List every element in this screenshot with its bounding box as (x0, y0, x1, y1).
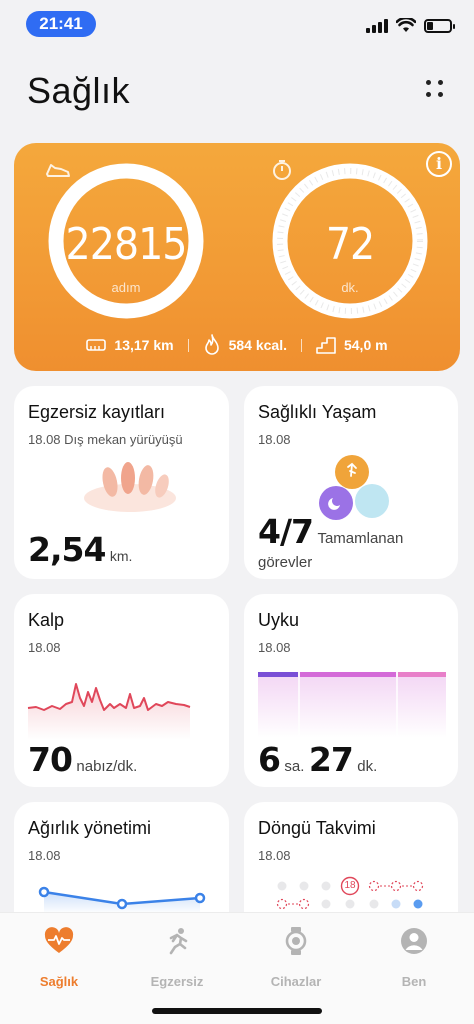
sleep-minutes: 27 (308, 740, 354, 779)
card-title: Ağırlık yönetimi (28, 818, 152, 838)
wifi-icon (396, 18, 416, 32)
sleep-card[interactable]: Uyku 18.08 6 sa. 27 dk. (244, 594, 458, 787)
footprints-icon (84, 462, 176, 512)
sleep-duration: 6 sa. 27 dk. (258, 740, 377, 779)
ruler-icon (86, 339, 107, 351)
exercise-distance: 2,54 km. (28, 530, 132, 569)
card-title: Sağlıklı Yaşam (258, 402, 377, 422)
cellular-signal-icon (366, 18, 388, 33)
watch-icon (285, 927, 307, 955)
card-subtitle: 18.08 (28, 848, 61, 863)
healthy-living-caption: Tamamlanan (317, 530, 404, 547)
status-time: 21:41 (26, 11, 96, 37)
card-subtitle: 18.08 Dış mekan yürüyüşü (28, 432, 183, 447)
tab-ben[interactable]: Ben (364, 927, 464, 989)
battery-icon (424, 18, 455, 33)
floors-value: 54,0 m (343, 337, 388, 353)
minutes-value: 72 (325, 219, 375, 270)
tab-label: Cihazlar (270, 974, 322, 989)
sleep-hours: 6 (258, 740, 281, 779)
heart-rate-unit: nabız/dk. (76, 758, 138, 775)
heart-rate-reading: 70 nabız/dk. (28, 740, 137, 779)
card-subtitle: 18.08 (28, 640, 61, 655)
exercise-distance-value: 2,54 (28, 530, 106, 569)
status-icons (366, 18, 455, 33)
card-title: Egzersiz kayıtları (28, 402, 166, 422)
heart-rate-chart (27, 683, 191, 740)
card-title: Döngü Takvimi (258, 818, 376, 838)
card-title: Uyku (258, 610, 300, 630)
status-bar: 21:41 (0, 0, 474, 50)
steps-ring: 22815 adım (44, 159, 208, 323)
healthy-living-card[interactable]: Sağlıklı Yaşam 18.08 4/7 Tamamlanan göre… (244, 386, 458, 579)
calories-value: 584 kcal. (228, 337, 287, 353)
running-icon (169, 928, 188, 955)
card-subtitle: 18.08 (258, 848, 291, 863)
more-options-icon[interactable] (426, 80, 446, 100)
stairs-icon (316, 337, 336, 354)
activity-stats: 13,17 km 584 kcal. 54,0 m (14, 334, 460, 356)
tab-egzersiz[interactable]: Egzersiz (127, 927, 227, 989)
sleep-minutes-unit: dk. (357, 758, 378, 775)
page-title: Sağlık (27, 70, 131, 111)
healthy-living-progress: 4/7 Tamamlanan (258, 512, 403, 551)
exercise-distance-unit: km. (109, 548, 133, 564)
activity-rings-card[interactable]: i 22815 adım 72 dk. 13,17 km 584 kcal. 5… (14, 143, 460, 371)
steps-unit: adım (111, 280, 141, 295)
heart-rate-card[interactable]: Kalp 18.08 70 nabız/dk. (14, 594, 229, 787)
active-minutes-ring: 72 dk. (268, 159, 432, 323)
distance-value: 13,17 km (114, 337, 174, 353)
sleep-hours-unit: sa. (284, 758, 305, 775)
heart-rate-value: 70 (28, 740, 73, 779)
flame-icon (204, 334, 219, 355)
cycle-day-badge: 18 (344, 880, 356, 891)
sleep-stages-chart (258, 672, 446, 738)
tab-saglik[interactable]: Sağlık (9, 927, 109, 989)
calories-stat: 584 kcal. (203, 334, 287, 356)
exercise-records-card[interactable]: Egzersiz kayıtları 18.08 Dış mekan yürüy… (14, 386, 229, 579)
healthy-living-value: 4/7 (258, 512, 314, 551)
tab-cihazlar[interactable]: Cihazlar (246, 927, 346, 989)
minutes-unit: dk. (341, 280, 359, 295)
card-subtitle: 18.08 (258, 640, 291, 655)
profile-icon (401, 928, 427, 954)
floors-stat: 54,0 m (316, 336, 388, 354)
tab-label: Ben (401, 974, 427, 989)
card-title: Kalp (28, 610, 65, 630)
heart-icon (44, 927, 74, 953)
tab-label: Egzersiz (150, 974, 204, 989)
home-indicator[interactable] (152, 1008, 322, 1014)
stopwatch-icon (273, 160, 291, 180)
steps-value: 22815 (65, 219, 188, 270)
shoe-icon (46, 164, 70, 177)
healthy-living-caption-2: görevler (258, 554, 313, 571)
distance-stat: 13,17 km (86, 337, 174, 353)
card-subtitle: 18.08 (258, 432, 291, 447)
weight-trend-chart (38, 886, 206, 914)
tab-label: Sağlık (39, 974, 79, 989)
